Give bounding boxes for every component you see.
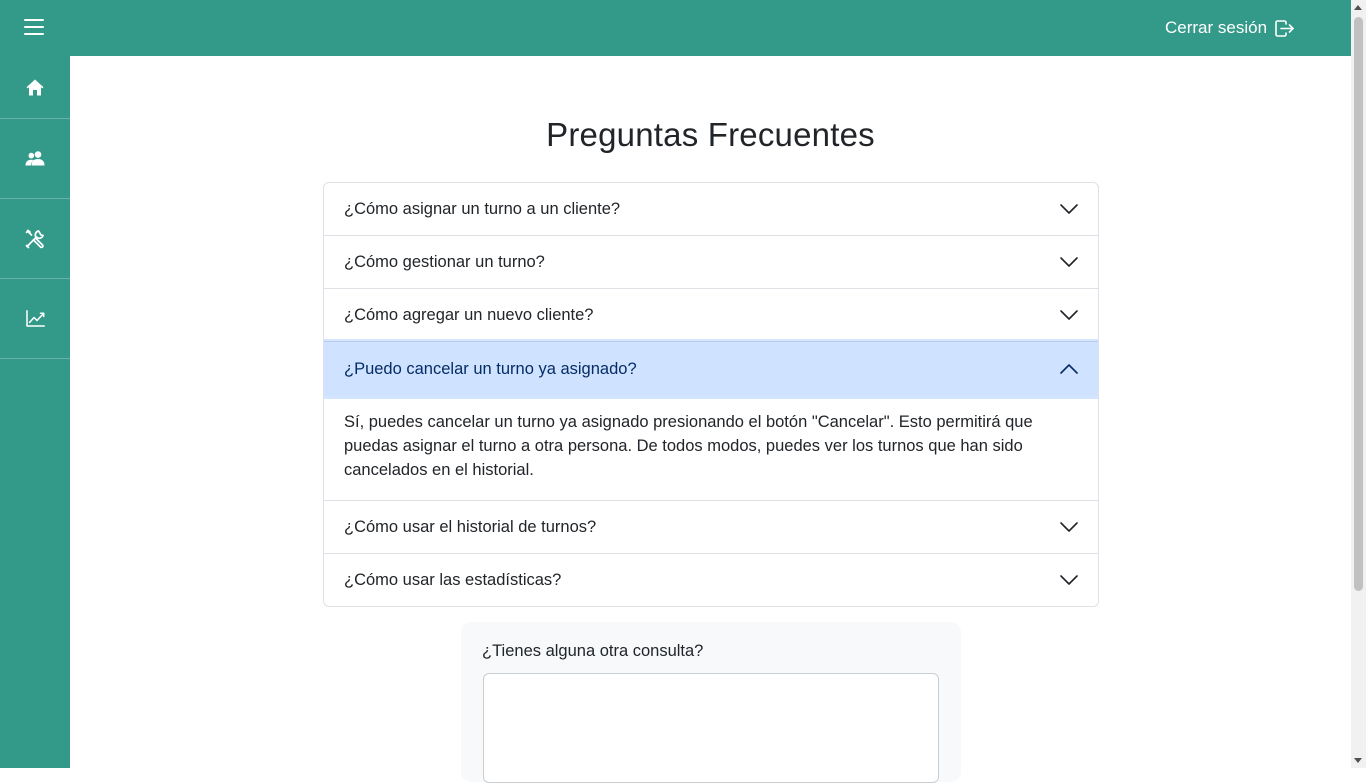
faq-question-button[interactable]: ¿Cómo usar las estadísticas? bbox=[324, 554, 1098, 606]
faq-item-expanded: ¿Puedo cancelar un turno ya asignado? Sí… bbox=[324, 342, 1098, 501]
sidebar-item-clients[interactable] bbox=[0, 119, 70, 199]
scroll-down-arrow-icon[interactable] bbox=[1354, 758, 1362, 763]
faq-question: ¿Cómo usar el historial de turnos? bbox=[344, 517, 597, 536]
top-navbar: Cerrar sesión bbox=[0, 0, 1351, 56]
sidebar-item-statistics[interactable] bbox=[0, 279, 70, 359]
graph-up-icon bbox=[25, 310, 45, 327]
box-arrow-right-icon bbox=[1275, 19, 1294, 37]
faq-question: ¿Puedo cancelar un turno ya asignado? bbox=[344, 359, 637, 378]
faq-item: ¿Cómo agregar un nuevo cliente? bbox=[324, 289, 1098, 342]
chevron-down-icon bbox=[1060, 204, 1078, 214]
contact-label: ¿Tienes alguna otra consulta? bbox=[482, 642, 704, 660]
sidebar-item-home[interactable] bbox=[0, 56, 70, 119]
people-icon bbox=[25, 151, 45, 166]
contact-form-card: ¿Tienes alguna otra consulta? bbox=[461, 622, 961, 783]
page-title: Preguntas Frecuentes bbox=[546, 116, 875, 153]
faq-question-button[interactable]: ¿Cómo gestionar un turno? bbox=[324, 236, 1098, 288]
faq-item: ¿Cómo usar el historial de turnos? bbox=[324, 501, 1098, 554]
house-icon bbox=[26, 79, 44, 95]
faq-question: ¿Cómo agregar un nuevo cliente? bbox=[344, 305, 594, 324]
faq-question: ¿Cómo asignar un turno a un cliente? bbox=[344, 199, 621, 218]
faq-answer: Sí, puedes cancelar un turno ya asignado… bbox=[344, 413, 1033, 479]
contact-textarea[interactable] bbox=[483, 673, 939, 783]
chevron-down-icon bbox=[1060, 575, 1078, 585]
faq-item: ¿Cómo gestionar un turno? bbox=[324, 236, 1098, 289]
logout-label: Cerrar sesión bbox=[1165, 18, 1268, 37]
faq-question-button[interactable]: ¿Cómo asignar un turno a un cliente? bbox=[324, 183, 1098, 235]
scroll-up-arrow-icon[interactable] bbox=[1354, 5, 1362, 10]
chevron-down-icon bbox=[1060, 257, 1078, 267]
faq-accordion: ¿Cómo asignar un turno a un cliente? ¿Có… bbox=[323, 182, 1099, 607]
sidebar bbox=[0, 56, 70, 768]
logout-button[interactable]: Cerrar sesión bbox=[1165, 14, 1294, 42]
sidebar-item-tools[interactable] bbox=[0, 199, 70, 279]
faq-item: ¿Cómo asignar un turno a un cliente? bbox=[324, 183, 1098, 236]
main-content: Preguntas Frecuentes ¿Cómo asignar un tu… bbox=[70, 56, 1351, 783]
page-scrollbar[interactable] bbox=[1351, 0, 1366, 768]
scrollbar-thumb[interactable] bbox=[1354, 17, 1363, 591]
faq-question-button[interactable]: ¿Cómo agregar un nuevo cliente? bbox=[324, 289, 1098, 341]
faq-question-button[interactable]: ¿Cómo usar el historial de turnos? bbox=[324, 501, 1098, 553]
faq-question-button[interactable]: ¿Puedo cancelar un turno ya asignado? bbox=[324, 342, 1098, 396]
faq-question: ¿Cómo usar las estadísticas? bbox=[344, 570, 562, 589]
tools-icon bbox=[25, 228, 45, 248]
chevron-up-icon bbox=[1060, 364, 1078, 374]
faq-question: ¿Cómo gestionar un turno? bbox=[344, 252, 545, 271]
faq-item: ¿Cómo usar las estadísticas? bbox=[324, 554, 1098, 606]
chevron-down-icon bbox=[1060, 310, 1078, 320]
hamburger-menu-icon[interactable] bbox=[24, 18, 44, 36]
chevron-down-icon bbox=[1060, 522, 1078, 532]
